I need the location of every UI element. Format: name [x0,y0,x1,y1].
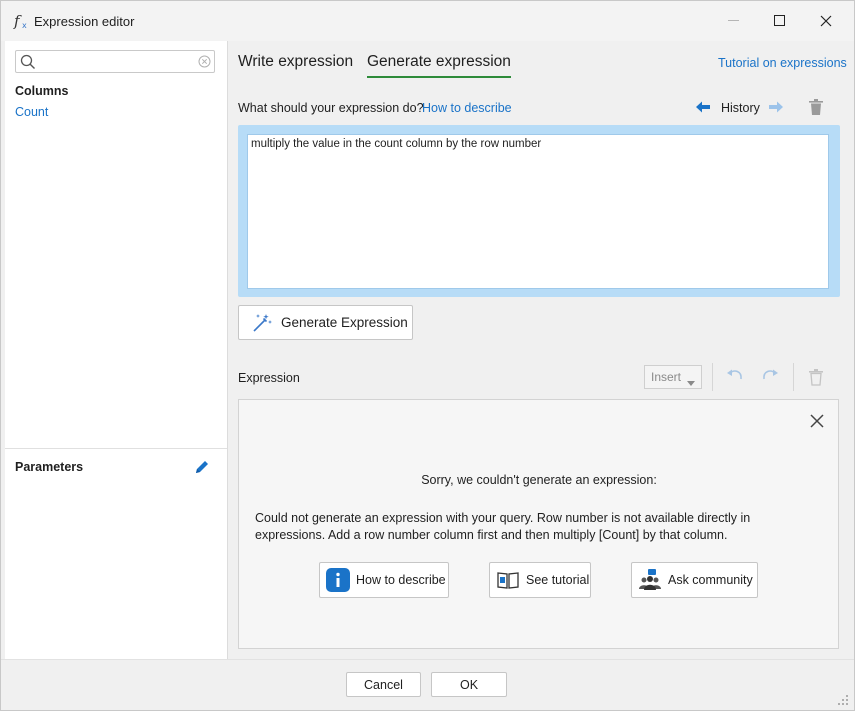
window-title: Expression editor [34,14,135,29]
how-to-describe-button-label: How to describe [356,573,446,587]
main-panel: Write expression Generate expression Tut… [228,41,854,659]
search-input[interactable] [40,53,190,70]
maximize-button[interactable] [757,1,803,41]
prompt-textarea-frame: multiply the value in the count column b… [238,125,840,297]
ask-community-button[interactable]: Ask community [631,562,758,598]
close-result-icon[interactable] [809,413,825,432]
minimize-button[interactable] [711,1,757,41]
clear-search-icon[interactable] [198,55,211,71]
error-heading: Sorry, we couldn't generate an expressio… [421,473,657,487]
book-icon [496,570,520,590]
search-icon [20,54,36,73]
expression-result-panel: Sorry, we couldn't generate an expressio… [238,399,839,649]
columns-heading: Columns [15,84,69,98]
expression-editor-window: f x Expression editor Columns Count Para… [0,0,855,711]
edit-parameters-pencil-icon[interactable] [193,458,211,479]
prompt-textarea[interactable]: multiply the value in the count column b… [247,134,829,289]
undo-icon[interactable] [726,368,744,387]
history-label: History [721,101,760,115]
column-item-count[interactable]: Count [15,105,48,119]
insert-dropdown[interactable]: Insert [644,365,702,389]
generate-expression-label: Generate Expression [281,315,408,330]
community-icon [638,569,662,591]
ok-button[interactable]: OK [431,672,507,697]
parameters-divider [5,448,227,449]
svg-text:f: f [13,12,22,30]
prompt-label: What should your expression do? [238,101,424,115]
cancel-button[interactable]: Cancel [346,672,421,697]
generate-expression-button[interactable]: Generate Expression [238,305,413,340]
history-back-arrow-icon[interactable] [695,100,711,117]
toolbar-separator [712,363,713,391]
redo-icon[interactable] [761,368,779,387]
close-window-button[interactable] [803,1,849,41]
toolbar-separator [793,363,794,391]
search-box[interactable] [15,50,215,73]
history-forward-arrow-icon[interactable] [768,100,784,117]
tab-write-expression[interactable]: Write expression [238,53,353,76]
fx-icon: f x [13,12,29,30]
resize-grip-icon[interactable] [837,694,849,709]
see-tutorial-button[interactable]: See tutorial [489,562,591,598]
ask-community-button-label: Ask community [668,573,753,587]
dialog-footer: Cancel OK [1,659,854,710]
sidebar: Columns Count Parameters [5,41,228,659]
see-tutorial-button-label: See tutorial [526,573,590,587]
insert-dropdown-label: Insert [651,370,682,384]
magic-wand-icon [251,312,273,334]
tab-generate-expression[interactable]: Generate expression [367,53,511,78]
how-to-describe-button[interactable]: How to describe [319,562,449,598]
chevron-down-icon [687,375,695,389]
history-delete-trash-icon[interactable] [808,98,824,119]
how-to-describe-link[interactable]: How to describe [422,101,512,115]
info-icon [326,568,350,592]
expression-label: Expression [238,371,300,385]
svg-text:x: x [22,21,27,30]
tutorial-link[interactable]: Tutorial on expressions [718,56,847,70]
clear-expression-trash-icon[interactable] [808,368,824,389]
error-message: Could not generate an expression with yo… [255,511,751,542]
parameters-heading: Parameters [15,460,84,474]
title-bar: f x Expression editor [1,1,854,41]
